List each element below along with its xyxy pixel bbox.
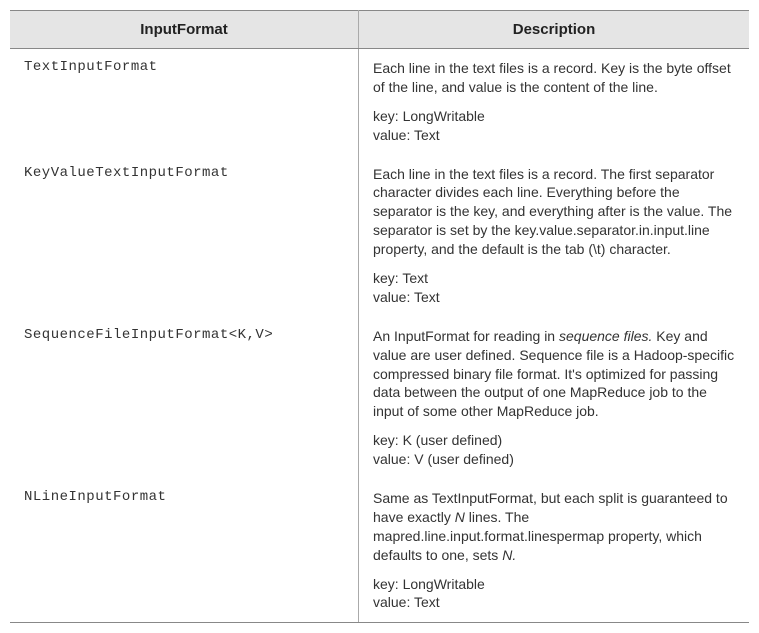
key-line: key: LongWritable: [373, 575, 735, 594]
table-row: SequenceFileInputFormat<K,V> An InputFor…: [10, 317, 749, 479]
table-row: KeyValueTextInputFormat Each line in the…: [10, 155, 749, 317]
header-description: Description: [359, 11, 750, 49]
desc-part: An InputFormat for reading in: [373, 328, 559, 344]
value-line: value: Text: [373, 288, 735, 307]
desc-italic: N.: [502, 547, 516, 563]
format-cell: NLineInputFormat: [10, 479, 359, 623]
table-row: NLineInputFormat Same as TextInputFormat…: [10, 479, 749, 623]
table-header-row: InputFormat Description: [10, 11, 749, 49]
value-line: value: V (user defined): [373, 450, 735, 469]
desc-italic: N: [455, 509, 465, 525]
format-cell: TextInputFormat: [10, 49, 359, 155]
value-line: value: Text: [373, 126, 735, 145]
value-line: value: Text: [373, 593, 735, 612]
format-cell: KeyValueTextInputFormat: [10, 155, 359, 317]
format-cell: SequenceFileInputFormat<K,V>: [10, 317, 359, 479]
key-line: key: K (user defined): [373, 431, 735, 450]
header-inputformat: InputFormat: [10, 11, 359, 49]
description-text: Each line in the text files is a record.…: [373, 165, 735, 259]
description-cell: An InputFormat for reading in sequence f…: [359, 317, 750, 479]
table-row: TextInputFormat Each line in the text fi…: [10, 49, 749, 155]
description-text: Each line in the text files is a record.…: [373, 59, 735, 97]
key-line: key: Text: [373, 269, 735, 288]
description-cell: Each line in the text files is a record.…: [359, 155, 750, 317]
description-text: An InputFormat for reading in sequence f…: [373, 327, 735, 421]
description-cell: Each line in the text files is a record.…: [359, 49, 750, 155]
description-cell: Same as TextInputFormat, but each split …: [359, 479, 750, 623]
desc-italic: sequence files.: [559, 328, 652, 344]
description-text: Same as TextInputFormat, but each split …: [373, 489, 735, 565]
desc-part: Same as TextInputFormat, but each split …: [373, 490, 728, 525]
inputformat-table: InputFormat Description TextInputFormat …: [10, 10, 749, 623]
key-line: key: LongWritable: [373, 107, 735, 126]
